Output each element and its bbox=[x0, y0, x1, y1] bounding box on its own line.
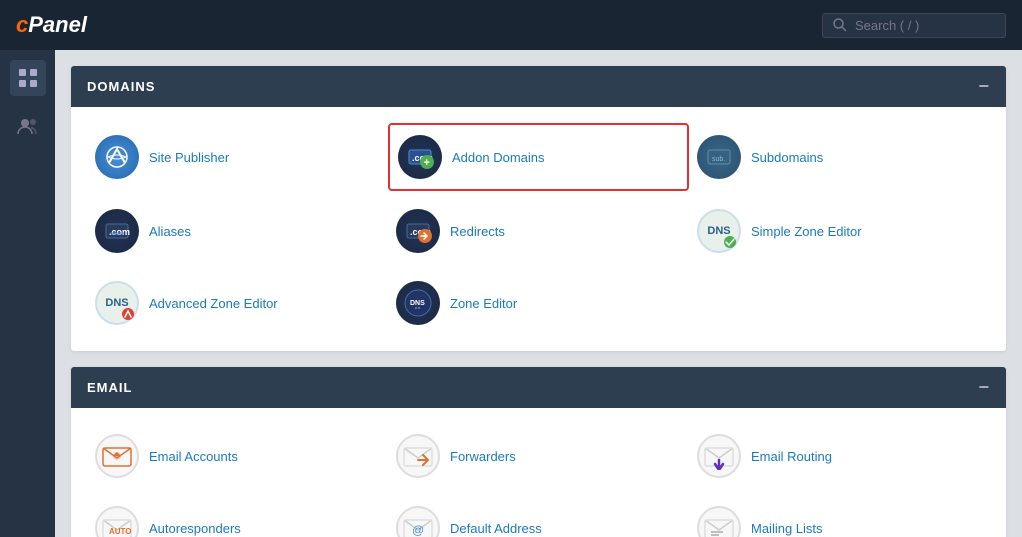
main-content: DOMAINS − Site Publisher bbox=[55, 50, 1022, 537]
aliases-icon: .com bbox=[95, 209, 139, 253]
email-routing-label[interactable]: Email Routing bbox=[751, 449, 832, 464]
svg-text:AUTO: AUTO bbox=[109, 527, 132, 536]
email-routing-icon bbox=[697, 434, 741, 478]
site-publisher-label[interactable]: Site Publisher bbox=[149, 150, 229, 165]
list-item[interactable]: .com Aliases bbox=[87, 199, 388, 263]
forwarders-label[interactable]: Forwarders bbox=[450, 449, 516, 464]
default-address-label[interactable]: Default Address bbox=[450, 521, 542, 536]
search-input[interactable] bbox=[855, 18, 995, 33]
subdomains-label[interactable]: Subdomains bbox=[751, 150, 823, 165]
topnav: cPanel bbox=[0, 0, 1022, 50]
domains-header: DOMAINS − bbox=[71, 66, 1006, 107]
email-accounts-label[interactable]: Email Accounts bbox=[149, 449, 238, 464]
domains-section: DOMAINS − Site Publisher bbox=[71, 66, 1006, 351]
domains-collapse-button[interactable]: − bbox=[978, 76, 990, 97]
autoresponders-icon: AUTO bbox=[95, 506, 139, 537]
forwarders-icon bbox=[396, 434, 440, 478]
cpanel-logo: cPanel bbox=[16, 12, 87, 38]
search-box[interactable] bbox=[822, 13, 1006, 38]
mailing-lists-label[interactable]: Mailing Lists bbox=[751, 521, 823, 536]
list-item[interactable]: .com + Addon Domains bbox=[388, 123, 689, 191]
advanced-zone-editor-label[interactable]: Advanced Zone Editor bbox=[149, 296, 278, 311]
list-item[interactable]: .com Redirects bbox=[388, 199, 689, 263]
site-publisher-icon bbox=[95, 135, 139, 179]
sidebar-item-grid[interactable] bbox=[10, 60, 46, 96]
list-item[interactable]: AUTO Autoresponders bbox=[87, 496, 388, 537]
zone-editor-label[interactable]: Zone Editor bbox=[450, 296, 517, 311]
mailing-lists-icon bbox=[697, 506, 741, 537]
list-item[interactable]: DNS Zone Editor bbox=[388, 271, 689, 335]
grid-icon bbox=[17, 67, 39, 89]
list-item[interactable]: Mailing Lists bbox=[689, 496, 990, 537]
addon-domains-label[interactable]: Addon Domains bbox=[452, 150, 545, 165]
simple-zone-editor-label[interactable]: Simple Zone Editor bbox=[751, 224, 862, 239]
list-item[interactable]: DNS Simple Zone Editor bbox=[689, 199, 990, 263]
search-icon bbox=[833, 18, 847, 32]
aliases-label[interactable]: Aliases bbox=[149, 224, 191, 239]
list-item[interactable]: DNS Advanced Zone Editor bbox=[87, 271, 388, 335]
redirects-icon: .com bbox=[396, 209, 440, 253]
domains-body: Site Publisher .com + Addon Domains bbox=[71, 107, 1006, 351]
addon-domains-icon: .com + bbox=[398, 135, 442, 179]
topnav-left: cPanel bbox=[16, 12, 87, 38]
list-item[interactable]: Email Routing bbox=[689, 424, 990, 488]
email-accounts-icon bbox=[95, 434, 139, 478]
email-collapse-button[interactable]: − bbox=[978, 377, 990, 398]
users-icon bbox=[17, 115, 39, 137]
svg-text:DNS: DNS bbox=[410, 300, 425, 307]
email-section: EMAIL − Email Accounts bbox=[71, 367, 1006, 537]
svg-text:+: + bbox=[424, 157, 430, 169]
email-header: EMAIL − bbox=[71, 367, 1006, 408]
simple-zone-icon: DNS bbox=[697, 209, 741, 253]
adv-zone-icon: DNS bbox=[95, 281, 139, 325]
list-item[interactable]: @ Default Address bbox=[388, 496, 689, 537]
email-body: Email Accounts Forwarders bbox=[71, 408, 1006, 537]
list-item[interactable]: sub. Subdomains bbox=[689, 123, 990, 191]
email-title: EMAIL bbox=[87, 380, 132, 395]
sidebar bbox=[0, 50, 55, 537]
default-address-icon: @ bbox=[396, 506, 440, 537]
autoresponders-label[interactable]: Autoresponders bbox=[149, 521, 241, 536]
subdomains-icon: sub. bbox=[697, 135, 741, 179]
svg-text:@: @ bbox=[412, 523, 424, 537]
list-item[interactable]: Email Accounts bbox=[87, 424, 388, 488]
list-item[interactable]: Forwarders bbox=[388, 424, 689, 488]
main-layout: DOMAINS − Site Publisher bbox=[0, 50, 1022, 537]
list-item[interactable]: Site Publisher bbox=[87, 123, 388, 191]
sidebar-item-users[interactable] bbox=[10, 108, 46, 144]
domains-title: DOMAINS bbox=[87, 79, 155, 94]
svg-text:sub.: sub. bbox=[712, 156, 725, 163]
zone-editor-icon: DNS bbox=[396, 281, 440, 325]
redirects-label[interactable]: Redirects bbox=[450, 224, 505, 239]
